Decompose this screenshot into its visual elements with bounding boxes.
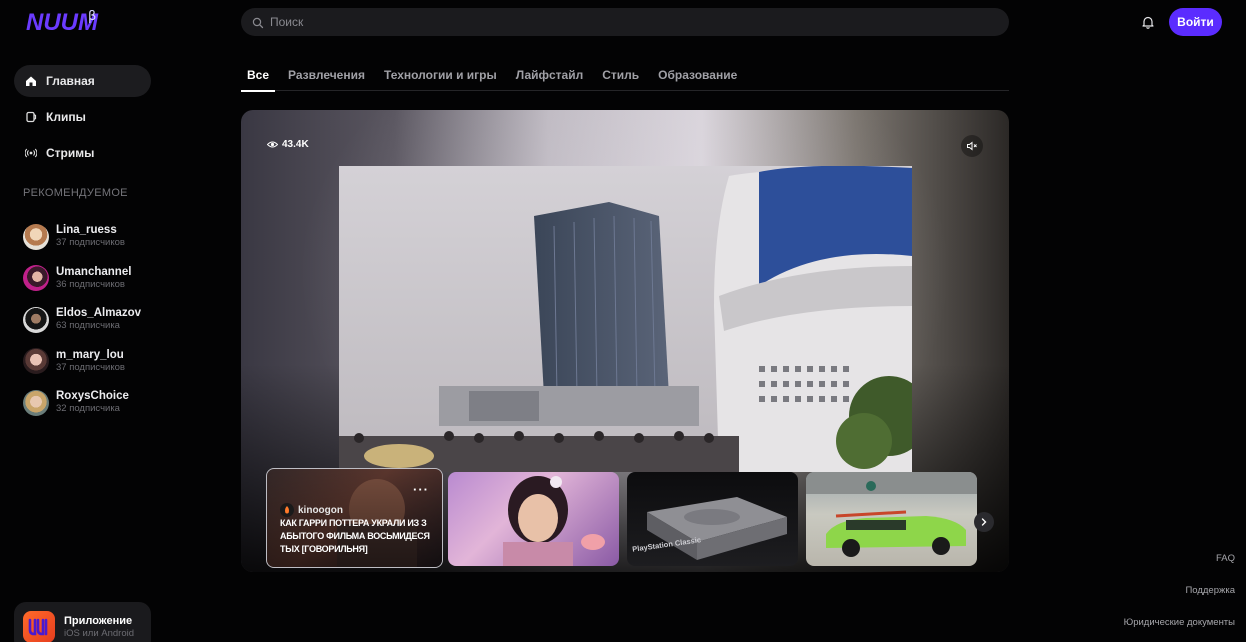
legal-docs-link[interactable]: Юридические документы [1124, 617, 1235, 628]
sidebar-item-clips[interactable]: Клипы [14, 101, 151, 133]
channel-name: Lina_ruess [56, 224, 117, 237]
channel-name: Umanchannel [56, 265, 132, 278]
clip-card[interactable] [448, 472, 619, 566]
sidebar-item-label: Главная [46, 74, 95, 88]
clip-author[interactable]: kinoogon [280, 503, 343, 517]
sidebar-item-streams[interactable]: Стримы [14, 137, 151, 169]
sidebar-nav: Главная Клипы Стримы [14, 65, 151, 173]
speaker-muted-icon [967, 141, 977, 151]
avatar [23, 265, 49, 292]
author-avatar [280, 503, 294, 517]
mute-button[interactable] [961, 135, 983, 157]
recommended-channel[interactable]: Umanchannel 36 подписчиков [23, 258, 153, 300]
subscriber-count: 37 подписчиков [56, 361, 125, 373]
channel-name: m_mary_lou [56, 348, 124, 361]
tab-tech-games[interactable]: Технологии и игры [378, 60, 503, 91]
sidebar-item-home[interactable]: Главная [14, 65, 151, 97]
avatar [23, 348, 49, 375]
tab-all[interactable]: Все [241, 60, 276, 92]
chevron-right-icon [981, 518, 987, 526]
tab-education[interactable]: Образование [652, 60, 743, 91]
promo-subtitle: iOS или Android [64, 628, 135, 639]
hero-player[interactable]: 43.4K ··· kinoogon КАК ГАРРИ ПОТТЕРА УКР… [241, 110, 1009, 572]
search-icon [252, 16, 264, 29]
recommended-heading: РЕКОМЕНДУЕМОЕ [23, 187, 128, 199]
recommended-channel[interactable]: m_mary_lou 37 подписчиков [23, 341, 153, 383]
tab-lifestyle[interactable]: Лайфстайл [510, 60, 590, 91]
search-input[interactable] [270, 15, 970, 29]
view-count: 43.4K [282, 139, 309, 150]
tab-style[interactable]: Стиль [596, 60, 645, 91]
eye-icon [266, 139, 279, 150]
carousel-next-button[interactable] [974, 512, 994, 532]
view-counter: 43.4K [266, 139, 309, 150]
avatar [23, 306, 49, 333]
nuum-logo[interactable]: NUUM β [26, 4, 108, 38]
broadcast-icon [24, 146, 38, 160]
clip-carousel: ··· kinoogon КАК ГАРРИ ПОТТЕРА УКРАЛИ ИЗ… [266, 468, 985, 572]
sidebar-item-label: Стримы [46, 146, 95, 160]
more-options-button[interactable]: ··· [413, 482, 429, 497]
bell-icon[interactable] [1141, 15, 1155, 29]
clip-title: КАК ГАРРИ ПОТТЕРА УКРАЛИ ИЗ З АБЫТОГО ФИ… [280, 518, 430, 554]
clips-icon [24, 110, 38, 124]
subscriber-count: 32 подписчика [56, 403, 120, 415]
home-icon [24, 74, 38, 88]
app-root: NUUM β Главная Клипы Стримы РЕКОМЕНДУЕМО… [0, 0, 1246, 642]
recommended-channel[interactable]: RoxysChoice 32 подписчика [23, 382, 153, 424]
subscriber-count: 36 подписчиков [56, 278, 125, 290]
channel-name: Eldos_Almazov [56, 307, 141, 320]
sidebar-item-label: Клипы [46, 110, 86, 124]
beta-badge: β [88, 9, 96, 24]
faq-link[interactable]: FAQ [1216, 553, 1235, 564]
author-name: kinoogon [298, 504, 343, 516]
recommended-channel[interactable]: Lina_ruess 37 подписчиков [23, 216, 153, 258]
promo-title: Приложение [64, 615, 133, 627]
recommended-list: Lina_ruess 37 подписчиков Umanchannel 36… [23, 216, 153, 424]
search-bar[interactable] [241, 8, 1009, 36]
nuum-app-icon [23, 611, 55, 642]
avatar [23, 223, 49, 250]
app-download-promo[interactable]: Приложение iOS или Android [14, 602, 151, 642]
avatar [23, 389, 49, 416]
support-link[interactable]: Поддержка [1185, 585, 1235, 596]
clip-card[interactable] [806, 472, 977, 566]
category-tabs: Все Развлечения Технологии и игры Лайфст… [241, 60, 1009, 92]
clip-card[interactable]: PlayStation Classic [627, 472, 798, 566]
tab-entertainment[interactable]: Развлечения [282, 60, 371, 91]
subscriber-count: 63 подписчика [56, 320, 120, 332]
clip-card[interactable]: ··· kinoogon КАК ГАРРИ ПОТТЕРА УКРАЛИ ИЗ… [266, 468, 443, 568]
subscriber-count: 37 подписчиков [56, 237, 125, 249]
login-button[interactable]: Войти [1169, 8, 1222, 36]
channel-name: RoxysChoice [56, 390, 129, 403]
video-frame[interactable] [339, 166, 912, 472]
recommended-channel[interactable]: Eldos_Almazov 63 подписчика [23, 299, 153, 341]
